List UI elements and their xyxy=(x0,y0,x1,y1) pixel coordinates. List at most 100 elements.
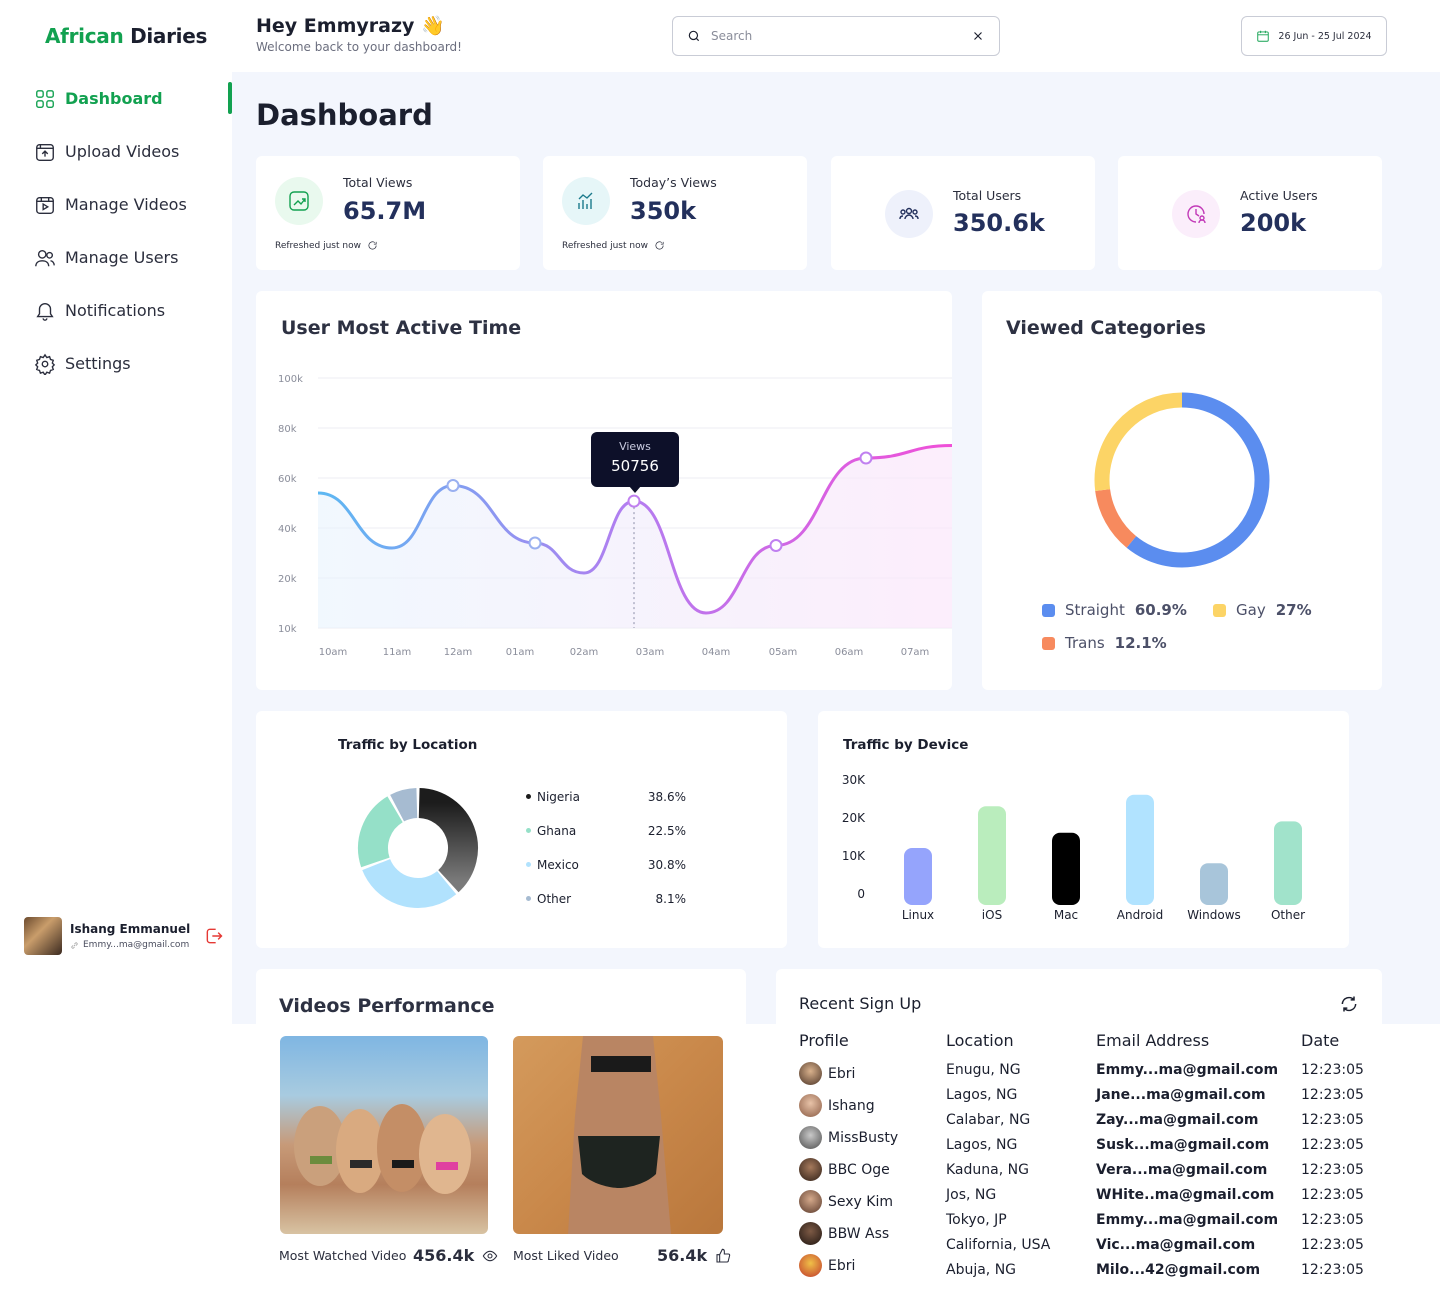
location-donut-chart[interactable] xyxy=(356,786,480,910)
table-row[interactable]: California, USA Vic...ma@gmail.com 12:23:0… xyxy=(799,1237,1364,1262)
category-slice xyxy=(1094,392,1183,491)
most-watched-label: Most Watched Video xyxy=(279,1248,407,1263)
sidebar-item-manage-users[interactable]: Manage Users xyxy=(0,231,232,284)
table-row[interactable]: BBW Ass Jos, NG WHite..ma@gmail.com 12:23:0… xyxy=(799,1187,1364,1245)
location-pct: 38.6% xyxy=(647,790,686,804)
row-location: Abuja, NG xyxy=(946,1262,1017,1278)
table-row[interactable]: Abuja, NG Milo...42@gmail.com 12:23:05 xyxy=(799,1262,1364,1287)
device-bar xyxy=(978,806,1006,905)
stat-card-total-views: Total Views 65.7M Refreshed just now xyxy=(256,156,520,270)
device-bar xyxy=(1274,821,1302,905)
videos-title: Videos Performance xyxy=(279,995,495,1017)
greeting-subtitle: Welcome back to your dashboard! xyxy=(256,40,462,54)
active-time-line-chart[interactable]: 100k 80k 60k 40k 20k 10k 10am 11am 12am 01am 02am 0… xyxy=(256,291,953,690)
row-date: 12:23:05 xyxy=(1301,1087,1364,1103)
sidebar-item-upload-videos[interactable]: Upload Videos xyxy=(0,125,232,178)
users-group-icon xyxy=(885,190,933,238)
brand-part-1: African xyxy=(45,24,124,48)
user-profile[interactable]: Ishang Emmanuel Emmy...ma@gmail.com xyxy=(24,916,224,956)
sidebar-item-dashboard[interactable]: Dashboard xyxy=(0,72,232,125)
y-tick-label: 80k xyxy=(278,424,297,435)
upload-icon xyxy=(36,143,54,161)
location-row: Other 8.1% xyxy=(526,892,686,906)
location-dot xyxy=(526,794,531,799)
row-email: Jane...ma@gmail.com xyxy=(1096,1087,1266,1103)
sidebar-nav: Dashboard Upload Videos Manage Videos Ma… xyxy=(0,72,232,390)
search-box[interactable] xyxy=(672,16,1000,56)
most-watched-thumbnail[interactable] xyxy=(280,1036,488,1234)
refresh-icon[interactable] xyxy=(1339,994,1359,1014)
y-tick-label: 30K xyxy=(842,773,866,787)
avatar xyxy=(799,1062,822,1085)
stat-card-total-users: Total Users 350.6k xyxy=(831,156,1095,270)
bell-icon xyxy=(36,302,54,321)
column-header-profile[interactable]: Profile xyxy=(799,1031,849,1050)
table-row[interactable]: BBC Oge Lagos, NG Susk...ma@gmail.com 12:23… xyxy=(799,1137,1364,1181)
sidebar-item-notifications[interactable]: Notifications xyxy=(0,284,232,337)
brand-logo[interactable]: African Diaries xyxy=(45,24,207,48)
most-liked-thumbnail[interactable] xyxy=(513,1036,723,1234)
like-count: 56.4k xyxy=(657,1246,708,1265)
row-date: 12:23:05 xyxy=(1301,1237,1364,1253)
row-date: 12:23:05 xyxy=(1301,1062,1364,1078)
stat-card-todays-views: Today’s Views 350k Refreshed just now xyxy=(543,156,807,270)
table-row[interactable]: MissBusty Calabar, NG Zay...ma@gmail.com 12… xyxy=(799,1112,1364,1149)
x-tick-label: Windows xyxy=(1187,908,1241,922)
sidebar-item-settings[interactable]: Settings xyxy=(0,337,232,390)
table-row[interactable]: Ebri Tokyo, JP Emmy...ma@gmail.com 12:23:05 xyxy=(799,1212,1364,1277)
profile-info: Ishang Emmanuel Emmy...ma@gmail.com xyxy=(70,922,204,950)
x-tick-label: 12am xyxy=(444,647,473,658)
stat-label: Today’s Views xyxy=(630,175,717,190)
search-input[interactable] xyxy=(711,29,961,43)
sidebar-item-manage-videos[interactable]: Manage Videos xyxy=(0,178,232,231)
device-bar-chart[interactable]: 30K 20K 10K 0 Linux iOS Mac Android Windows Other xyxy=(818,711,1349,948)
x-tick-label: 07am xyxy=(901,647,930,658)
location-row: Nigeria 38.6% xyxy=(526,790,686,804)
x-tick-label: 11am xyxy=(383,647,412,658)
logout-icon[interactable] xyxy=(204,926,224,946)
stat-value: 350.6k xyxy=(953,209,1045,237)
refresh-text: Refreshed just now xyxy=(275,240,361,251)
location-row: Ghana 22.5% xyxy=(526,824,686,838)
location-slice xyxy=(390,788,419,822)
device-bar xyxy=(1126,794,1154,905)
y-tick-label: 40k xyxy=(278,524,297,535)
x-tick-label: Android xyxy=(1117,908,1163,922)
row-location: California, USA xyxy=(946,1237,1051,1253)
tooltip-value: 50756 xyxy=(611,457,659,475)
signups-title: Recent Sign Up xyxy=(799,994,922,1013)
close-icon[interactable] xyxy=(971,29,985,43)
legend-pct: 27% xyxy=(1275,601,1312,619)
sidebar-item-label: Manage Users xyxy=(65,248,179,267)
refresh-status[interactable]: Refreshed just now xyxy=(562,240,665,251)
y-tick-label: 0 xyxy=(857,887,865,901)
user-clock-icon xyxy=(1172,190,1220,238)
top-bar: Hey Emmyrazy 👋 Welcome back to your dash… xyxy=(232,0,1440,72)
row-profile: Ebri xyxy=(799,1062,855,1085)
refresh-status[interactable]: Refreshed just now xyxy=(275,240,378,251)
most-watched-count: 456.4k xyxy=(413,1246,498,1265)
row-email: WHite..ma@gmail.com xyxy=(1096,1187,1275,1203)
refresh-icon xyxy=(655,241,664,250)
refresh-text: Refreshed just now xyxy=(562,240,648,251)
most-liked-label: Most Liked Video xyxy=(513,1248,619,1263)
table-row[interactable]: Ishang Lagos, NG Jane...ma@gmail.com 12:23:… xyxy=(799,1087,1364,1117)
table-row[interactable]: Sexy Kim Kaduna, NG Vera...ma@gmail.com 12:… xyxy=(799,1162,1364,1213)
table-row[interactable]: Ebri Enugu, NG Emmy...ma@gmail.com 12:23:05 xyxy=(799,1062,1364,1087)
sidebar-item-label: Notifications xyxy=(65,301,166,320)
location-slice xyxy=(358,796,404,868)
categories-donut-chart[interactable] xyxy=(1082,380,1282,580)
row-location: Lagos, NG xyxy=(946,1087,1018,1103)
grid-icon xyxy=(36,89,54,108)
x-tick-label: 04am xyxy=(702,647,731,658)
chart-tooltip: Views 50756 xyxy=(591,432,679,493)
date-range-picker[interactable]: 26 Jun - 25 Jul 2024 xyxy=(1241,16,1387,56)
most-liked-count: 56.4k xyxy=(657,1246,731,1265)
row-date: 12:23:05 xyxy=(1301,1112,1364,1128)
column-header-email[interactable]: Email Address xyxy=(1096,1031,1209,1050)
column-header-date[interactable]: Date xyxy=(1301,1031,1339,1050)
location-pct: 8.1% xyxy=(655,892,687,906)
location-name: Nigeria xyxy=(537,790,580,804)
x-tick-label: 01am xyxy=(506,647,535,658)
column-header-location[interactable]: Location xyxy=(946,1031,1014,1050)
